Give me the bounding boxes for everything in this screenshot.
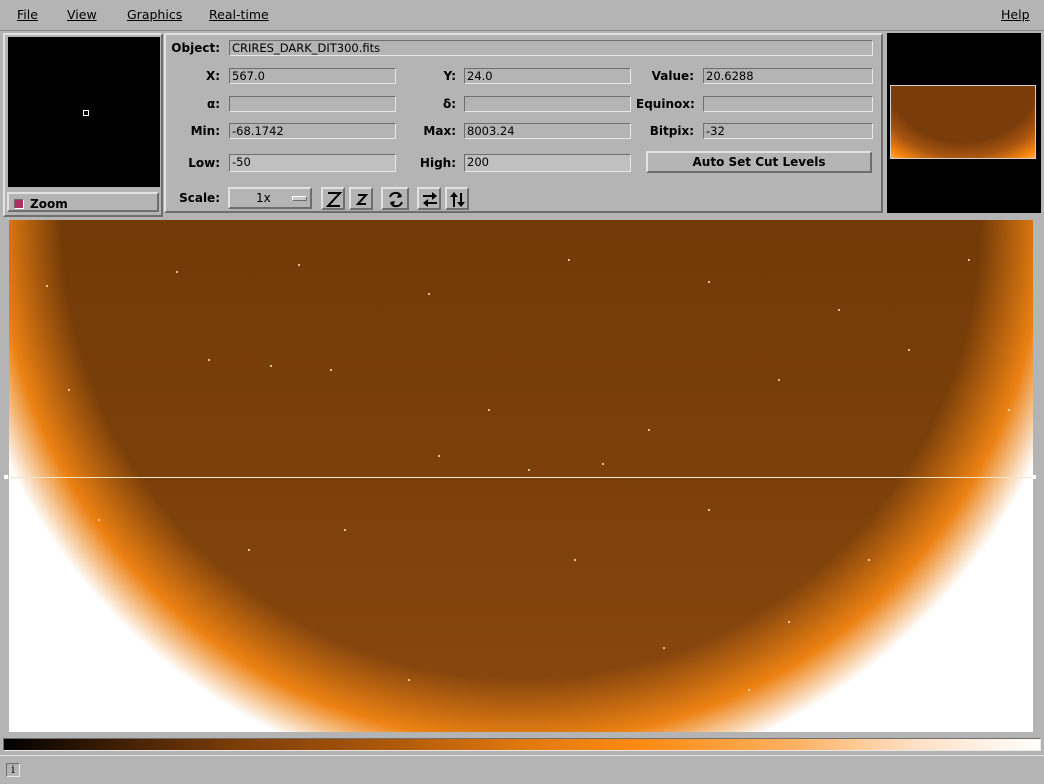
flip-x-icon [423,192,437,207]
cut-line[interactable] [6,477,1036,478]
menu-help-label: Help [1001,7,1030,22]
value-field[interactable]: 20.6288 [703,68,873,84]
cut-line-right-handle[interactable] [1032,475,1036,479]
zoom-cursor-marker [83,110,89,116]
object-field[interactable]: CRIRES_DARK_DIT300.fits [229,40,873,56]
rotate-button[interactable] [381,187,409,210]
x-label: X: [205,69,220,83]
dec-label: δ: [442,97,456,111]
value-label: Value: [651,69,694,83]
zoom-label: Zoom [30,197,68,211]
menu-realtime-label: Real-time [209,7,269,22]
auto-set-cut-levels-button[interactable]: Auto Set Cut Levels [646,151,872,173]
zoom-in-button[interactable] [321,187,345,210]
image-pixels [46,259,1010,691]
menu-view-label: View [67,7,97,22]
status-bar: i [0,755,1044,784]
info-panel: Object: CRIRES_DARK_DIT300.fits X: 567.0… [164,33,883,213]
menu-help[interactable]: Help [1001,7,1030,22]
zoom-in-icon [325,192,343,207]
high-cut-input[interactable]: 200 [464,154,631,172]
ra-field[interactable] [229,96,396,112]
low-label: Low: [188,156,220,170]
equinox-field[interactable] [703,96,873,112]
min-label: Min: [190,124,220,138]
scale-value: 1x [256,191,271,205]
zoom-out-icon [355,194,369,205]
info-icon[interactable]: i [6,763,20,777]
zoom-out-button[interactable] [349,187,373,210]
option-menu-indicator-icon [292,196,307,201]
pan-thumbnail[interactable] [890,85,1036,159]
menu-bar: File View Graphics Real-time Help [0,0,1044,31]
zoom-view[interactable] [8,37,160,187]
colorbar[interactable] [3,738,1041,751]
zoom-checkbox[interactable] [14,199,24,209]
menu-realtime[interactable]: Real-time [209,7,269,22]
x-field[interactable]: 567.0 [229,68,396,84]
cut-line-left-handle[interactable] [4,475,8,479]
menu-graphics-label: Graphics [127,7,183,22]
rotate-icon [389,191,403,208]
low-cut-input[interactable]: -50 [229,154,396,172]
bitpix-field[interactable]: -32 [703,123,873,139]
equinox-label: Equinox: [636,97,695,111]
max-label: Max: [423,124,456,138]
max-field[interactable]: 8003.24 [464,123,631,139]
high-label: High: [419,156,456,170]
flip-y-button[interactable] [445,187,469,210]
menu-view[interactable]: View [67,7,97,22]
pan-panel[interactable] [887,33,1041,213]
menu-file-label: File [17,7,38,22]
bitpix-label: Bitpix: [649,124,694,138]
zoom-toggle[interactable]: Zoom [7,192,159,212]
menu-graphics[interactable]: Graphics [127,7,182,22]
object-label: Object: [171,41,220,55]
min-field[interactable]: -68.1742 [229,123,396,139]
flip-x-button[interactable] [417,187,441,210]
dec-field[interactable] [464,96,631,112]
scale-select[interactable]: 1x [228,187,312,209]
y-label: Y: [443,69,456,83]
flip-y-icon [450,192,465,207]
main-image-canvas[interactable] [9,220,1033,732]
y-field[interactable]: 24.0 [464,68,631,84]
scale-label: Scale: [179,191,220,205]
menu-file[interactable]: File [17,7,38,22]
ra-label: α: [206,97,220,111]
zoom-panel: Zoom [3,33,163,217]
